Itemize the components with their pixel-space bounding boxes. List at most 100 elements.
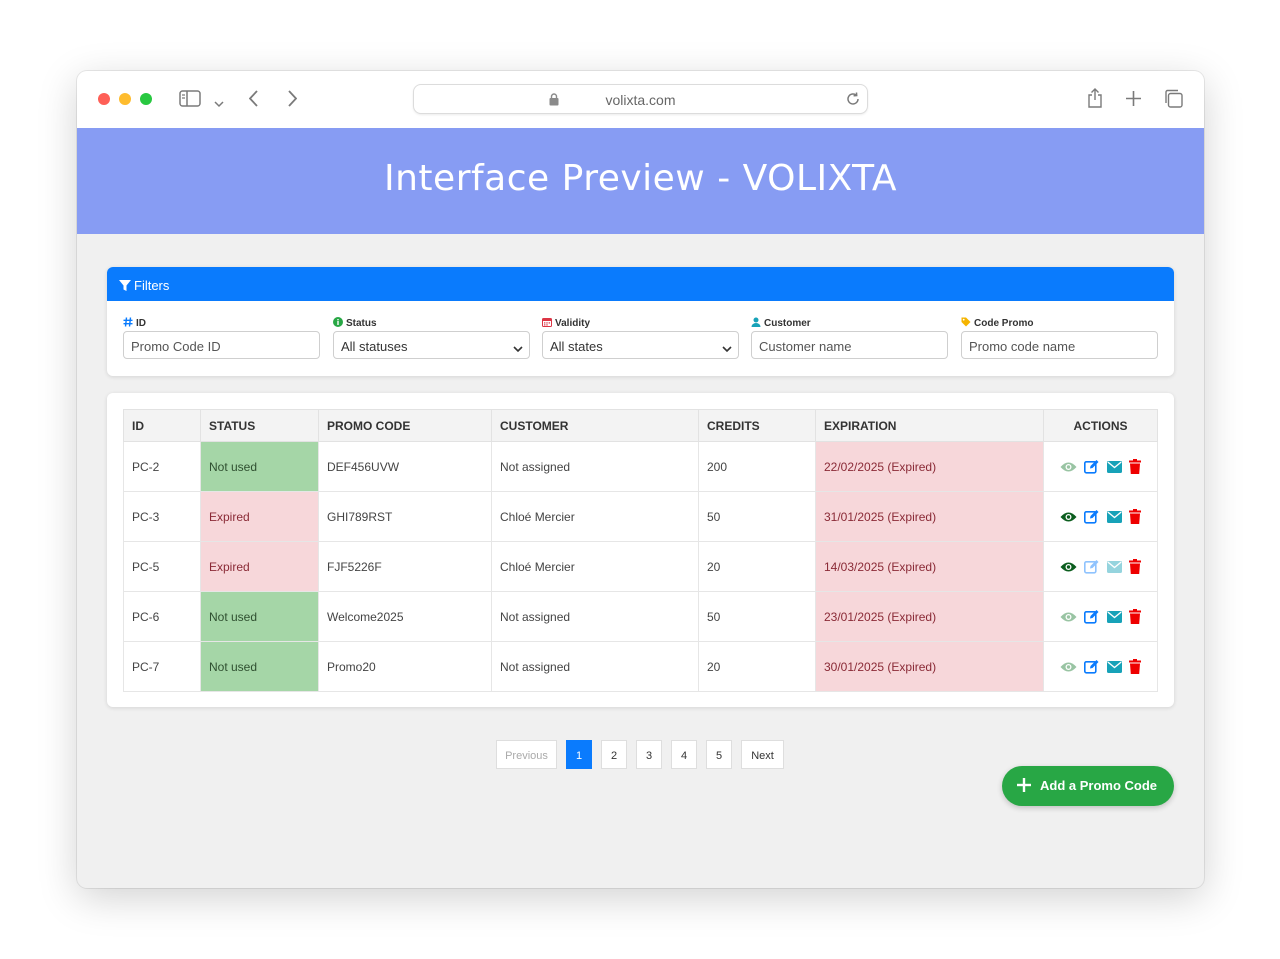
table-header-row: ID STATUS PROMO CODE CUSTOMER CREDITS EX… [123, 409, 1158, 442]
col-id[interactable]: ID [123, 409, 201, 442]
envelope-icon[interactable] [1106, 560, 1122, 573]
envelope-icon[interactable] [1106, 610, 1122, 623]
pagination-page-5[interactable]: 5 [706, 740, 732, 769]
minimize-window-button[interactable] [119, 93, 131, 105]
pagination-page-3[interactable]: 3 [636, 740, 662, 769]
status-badge: Expired [200, 541, 319, 592]
filters-header: Filters [107, 267, 1174, 301]
row-actions [1043, 441, 1158, 492]
eye-icon[interactable] [1060, 611, 1077, 623]
pagination-page-1[interactable]: 1 [566, 740, 592, 769]
cell-credits: 20 [698, 541, 816, 592]
edit-icon[interactable] [1084, 609, 1099, 624]
validity-select-value: All states [550, 339, 603, 354]
envelope-icon[interactable] [1106, 660, 1122, 673]
pagination-page-4[interactable]: 4 [671, 740, 697, 769]
filter-code-promo-label: Code Promo [974, 318, 1034, 329]
filter-status-label: Status [346, 318, 377, 329]
address-bar[interactable]: volixta.com [413, 84, 868, 114]
filter-funnel-icon [119, 280, 131, 291]
eye-icon[interactable] [1060, 511, 1077, 523]
customer-name-input[interactable]: Customer name [751, 331, 948, 359]
cell-credits: 200 [698, 441, 816, 492]
status-select[interactable]: All statuses [333, 331, 530, 359]
cell-customer: Not assigned [491, 591, 699, 642]
cell-customer: Not assigned [491, 641, 699, 692]
promo-code-name-input[interactable]: Promo code name [961, 331, 1158, 359]
row-actions [1043, 641, 1158, 692]
chevron-down-icon [513, 341, 523, 356]
forward-arrow-icon[interactable] [287, 90, 298, 112]
cell-expiration: 14/03/2025 (Expired) [815, 541, 1044, 592]
pagination-page-2[interactable]: 2 [601, 740, 627, 769]
pagination-previous[interactable]: Previous [496, 740, 557, 769]
trash-icon[interactable] [1129, 509, 1142, 525]
col-actions: ACTIONS [1043, 409, 1158, 442]
table-row: PC-6 Not used Welcome2025 Not assigned 5… [123, 591, 1158, 642]
col-promo-code[interactable]: PROMO CODE [318, 409, 492, 442]
table-row: PC-5 Expired FJF5226F Chloé Mercier 20 1… [123, 541, 1158, 592]
filters-title: Filters [134, 278, 170, 293]
cell-expiration: 31/01/2025 (Expired) [815, 491, 1044, 542]
cell-id: PC-7 [123, 641, 201, 692]
reload-icon[interactable] [845, 91, 861, 112]
col-status[interactable]: STATUS [200, 409, 319, 442]
chevron-down-icon [722, 341, 732, 356]
cell-promo-code: Promo20 [318, 641, 492, 692]
filter-customer: Customer Customer name [751, 317, 948, 359]
trash-icon[interactable] [1129, 559, 1142, 575]
browser-window: volixta.com Interface Preview - VOLIXTA … [77, 71, 1204, 888]
new-tab-plus-icon[interactable] [1126, 91, 1141, 111]
edit-icon[interactable] [1084, 509, 1099, 524]
cell-customer: Chloé Mercier [491, 491, 699, 542]
status-badge: Not used [200, 591, 319, 642]
cell-credits: 20 [698, 641, 816, 692]
tab-overview-icon[interactable] [1164, 89, 1183, 113]
edit-icon[interactable] [1084, 559, 1099, 574]
eye-icon[interactable] [1060, 461, 1077, 473]
eye-icon[interactable] [1060, 561, 1077, 573]
cell-expiration: 22/02/2025 (Expired) [815, 441, 1044, 492]
close-window-button[interactable] [98, 93, 110, 105]
edit-icon[interactable] [1084, 459, 1099, 474]
row-actions [1043, 541, 1158, 592]
eye-icon[interactable] [1060, 661, 1077, 673]
tag-icon [961, 317, 971, 327]
status-badge: Not used [200, 441, 319, 492]
col-customer[interactable]: CUSTOMER [491, 409, 699, 442]
sidebar-toggle-icon[interactable] [179, 90, 201, 112]
trash-icon[interactable] [1129, 659, 1142, 675]
filter-id: ID Promo Code ID [123, 317, 320, 359]
cell-expiration: 30/01/2025 (Expired) [815, 641, 1044, 692]
cell-id: PC-6 [123, 591, 201, 642]
filter-validity: Validity All states [542, 317, 739, 359]
filters-panel: Filters ID Promo Code ID Status All stat… [107, 267, 1174, 376]
chevron-down-icon[interactable] [214, 95, 224, 113]
validity-select[interactable]: All states [542, 331, 739, 359]
cell-promo-code: GHI789RST [318, 491, 492, 542]
envelope-icon[interactable] [1106, 510, 1122, 523]
envelope-icon[interactable] [1106, 460, 1122, 473]
filter-status: Status All statuses [333, 317, 530, 359]
col-expiration[interactable]: EXPIRATION [815, 409, 1044, 442]
cell-expiration: 23/01/2025 (Expired) [815, 591, 1044, 642]
back-arrow-icon[interactable] [248, 90, 259, 112]
status-badge: Expired [200, 491, 319, 542]
pagination-next[interactable]: Next [741, 740, 784, 769]
row-actions [1043, 491, 1158, 542]
maximize-window-button[interactable] [140, 93, 152, 105]
edit-icon[interactable] [1084, 659, 1099, 674]
table-row: PC-2 Not used DEF456UVW Not assigned 200… [123, 441, 1158, 492]
promo-code-id-input[interactable]: Promo Code ID [123, 331, 320, 359]
add-promo-code-button[interactable]: Add a Promo Code [1002, 766, 1174, 806]
trash-icon[interactable] [1129, 609, 1142, 625]
promo-codes-table: ID STATUS PROMO CODE CUSTOMER CREDITS EX… [123, 409, 1158, 692]
status-select-value: All statuses [341, 339, 408, 354]
cell-promo-code: Welcome2025 [318, 591, 492, 642]
cell-customer: Not assigned [491, 441, 699, 492]
plus-icon [1017, 778, 1031, 795]
trash-icon[interactable] [1129, 459, 1142, 475]
share-icon[interactable] [1087, 88, 1103, 113]
add-promo-code-label: Add a Promo Code [1040, 778, 1158, 793]
col-credits[interactable]: CREDITS [698, 409, 816, 442]
